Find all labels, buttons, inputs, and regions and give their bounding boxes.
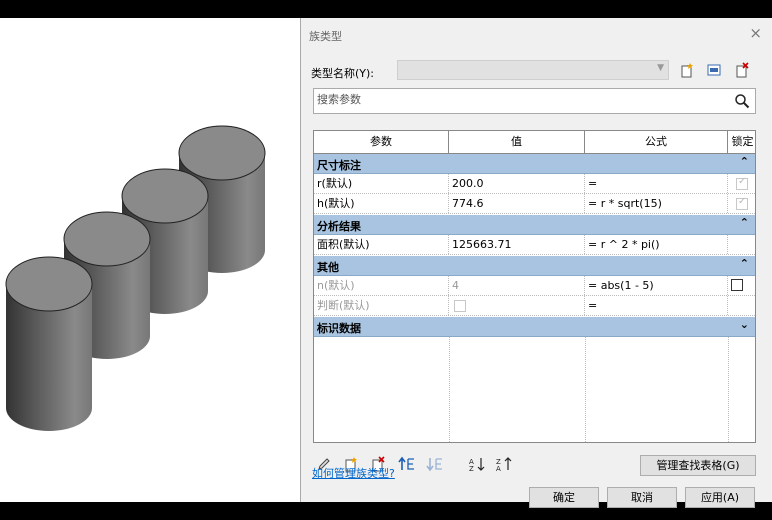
parameter-value[interactable]: 200.0 [449, 174, 585, 193]
value-checkbox [454, 300, 466, 312]
group-header-other[interactable]: 其他 ⌃ [314, 256, 755, 276]
sort-ascending-icon[interactable]: AZ [467, 455, 487, 473]
rename-type-icon[interactable] [704, 60, 724, 80]
column-header-formula[interactable]: 公式 [585, 131, 728, 153]
cylinder-1 [5, 256, 93, 431]
group-label: 尺寸标注 [317, 159, 361, 172]
parameter-row: n(默认) 4 = abs(1 - 5) [314, 276, 755, 296]
parameter-value[interactable]: 4 [449, 276, 585, 295]
parameter-name[interactable]: n(默认) [314, 276, 449, 295]
parameter-name[interactable]: 面积(默认) [314, 235, 449, 254]
group-header-dimensions[interactable]: 尺寸标注 ⌃ [314, 154, 755, 174]
ok-button[interactable]: 确定 [529, 487, 599, 508]
parameter-formula[interactable]: = [585, 296, 728, 315]
move-up-icon[interactable] [397, 455, 417, 473]
family-types-dialog: 族类型 × 类型名称(Y): ▼ 搜索参数 参数 值 公式 锁定 尺寸标注 ⌃ … [300, 18, 772, 508]
parameter-formula[interactable]: = abs(1 - 5) [585, 276, 728, 295]
group-label: 分析结果 [317, 220, 361, 233]
parameter-row: 判断(默认) = [314, 296, 755, 316]
lock-checkbox: ✓ [736, 196, 748, 210]
type-name-combobox[interactable]: ▼ [397, 60, 669, 80]
svg-text:A: A [496, 465, 501, 472]
grid-header: 参数 值 公式 锁定 [314, 131, 755, 154]
column-divider [449, 337, 450, 442]
close-icon[interactable]: × [749, 24, 762, 42]
dialog-title: 族类型 [309, 30, 342, 43]
expand-chevron-icon[interactable]: ⌄ [740, 318, 749, 331]
help-link[interactable]: 如何管理族类型? [312, 465, 395, 481]
lock-checkbox: ✓ [736, 176, 748, 190]
manage-lookup-tables-button[interactable]: 管理查找表格(G) [640, 455, 756, 476]
delete-type-icon[interactable] [732, 60, 752, 80]
parameter-formula[interactable]: = [585, 174, 728, 193]
parameter-row: h(默认) 774.6 = r * sqrt(15) ✓ [314, 194, 755, 214]
group-header-analysis-results[interactable]: 分析结果 ⌃ [314, 215, 755, 235]
checkmark-icon: ✓ [738, 196, 747, 207]
type-name-label: 类型名称(Y): [311, 67, 375, 80]
parameter-name[interactable]: 判断(默认) [314, 296, 449, 315]
parameter-formula[interactable]: = r ^ 2 * pi() [585, 235, 728, 254]
lock-checkbox[interactable] [731, 279, 743, 291]
column-divider [728, 337, 729, 442]
parameter-row: r(默认) 200.0 = ✓ [314, 174, 755, 194]
group-header-identity-data[interactable]: 标识数据 ⌄ [314, 317, 755, 337]
search-icon[interactable] [729, 89, 755, 113]
parameter-value[interactable]: 125663.71 [449, 235, 585, 254]
group-label: 其他 [317, 261, 339, 274]
search-parameters-input[interactable]: 搜索参数 [313, 88, 756, 114]
checkmark-icon: ✓ [738, 176, 747, 187]
column-header-parameter[interactable]: 参数 [314, 131, 449, 153]
parameter-value [449, 296, 585, 315]
collapse-chevron-icon[interactable]: ⌃ [740, 216, 749, 229]
group-label: 标识数据 [317, 322, 361, 335]
column-header-lock[interactable]: 锁定 [728, 131, 755, 153]
column-divider [585, 337, 586, 442]
parameter-formula[interactable]: = r * sqrt(15) [585, 194, 728, 213]
sort-descending-icon[interactable]: ZA [494, 455, 514, 473]
3d-viewport[interactable] [0, 18, 300, 502]
parameters-grid: 参数 值 公式 锁定 尺寸标注 ⌃ r(默认) 200.0 = ✓ h(默认) … [313, 130, 756, 443]
collapse-chevron-icon[interactable]: ⌃ [740, 155, 749, 168]
column-header-value[interactable]: 值 [449, 131, 585, 153]
chevron-down-icon: ▼ [657, 63, 664, 73]
apply-button[interactable]: 应用(A) [685, 487, 755, 508]
parameter-value[interactable]: 774.6 [449, 194, 585, 213]
parameter-row: 面积(默认) 125663.71 = r ^ 2 * pi() [314, 235, 755, 255]
cancel-button[interactable]: 取消 [607, 487, 677, 508]
svg-text:Z: Z [469, 465, 474, 472]
collapse-chevron-icon[interactable]: ⌃ [740, 257, 749, 270]
cylinder-array-model [5, 125, 266, 431]
search-placeholder: 搜索参数 [317, 93, 361, 106]
new-type-icon[interactable] [677, 60, 697, 80]
move-down-icon[interactable] [425, 455, 445, 473]
parameter-name[interactable]: h(默认) [314, 194, 449, 213]
parameter-name[interactable]: r(默认) [314, 174, 449, 193]
